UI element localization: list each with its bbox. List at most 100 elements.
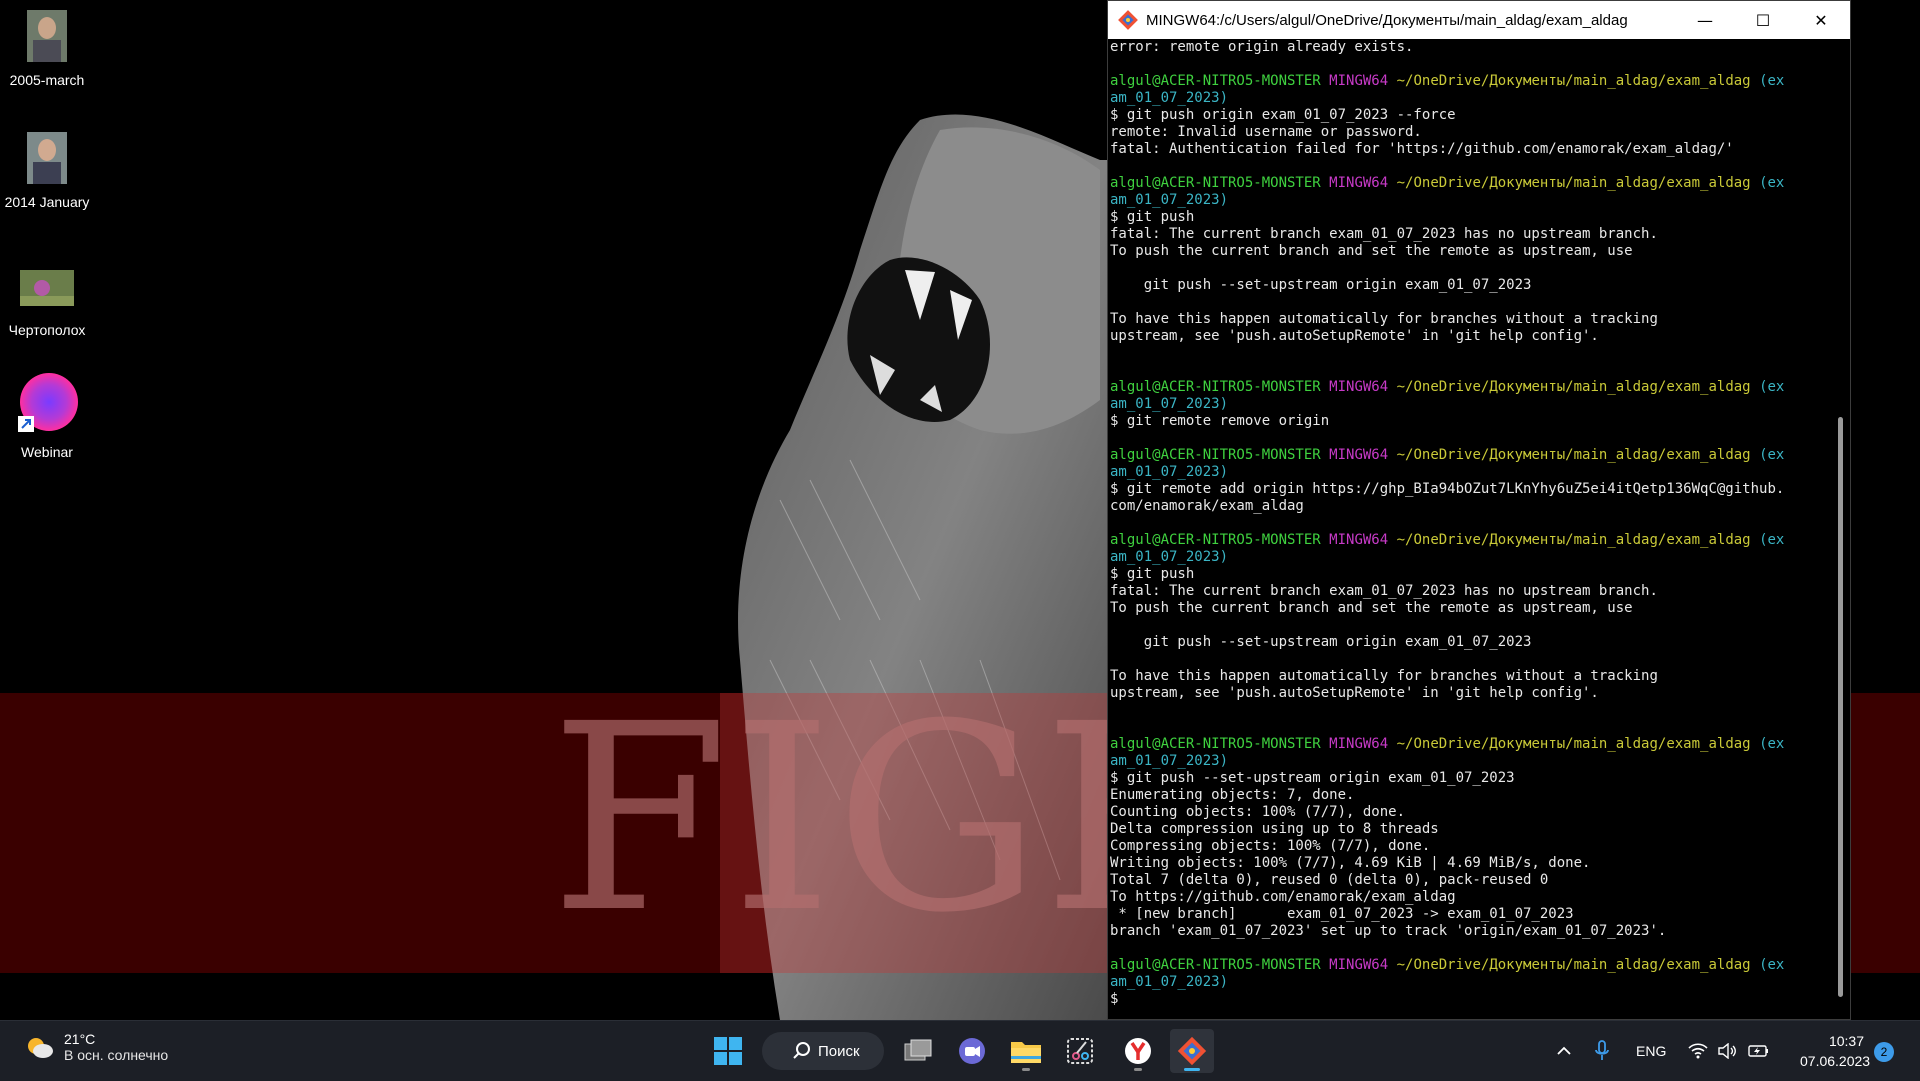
notification-badge[interactable]: 2	[1874, 1042, 1894, 1062]
prompt-branch-line: am_01_07_2023)	[1110, 192, 1828, 209]
prompt-line: algul@ACER-NITRO5-MONSTER MINGW64 ~/OneD…	[1110, 379, 1828, 396]
git-bash-window[interactable]: MINGW64:/c/Users/algul/OneDrive/Документ…	[1107, 0, 1851, 1020]
file-explorer-button[interactable]	[1004, 1029, 1048, 1073]
prompt-path: ~/OneDrive/Документы/main_aldag/exam_ald…	[1396, 175, 1751, 191]
weather-temperature: 21°C	[64, 1031, 96, 1047]
snipping-tool-button[interactable]	[1058, 1029, 1102, 1073]
prompt-line: algul@ACER-NITRO5-MONSTER MINGW64 ~/OneD…	[1110, 532, 1828, 549]
desktop-icon-2005-march[interactable]: 2005-march	[0, 10, 94, 88]
prompt-shell: MINGW64	[1329, 957, 1389, 973]
volume-button[interactable]	[1718, 1021, 1738, 1081]
desktop-icon-webinar[interactable]: Webinar	[0, 372, 94, 460]
prompt-path: ~/OneDrive/Документы/main_aldag/exam_ald…	[1396, 447, 1751, 463]
prompt-branch-part2: am_01_07_2023)	[1110, 549, 1229, 565]
output-line: * [new branch] exam_01_07_2023 -> exam_0…	[1110, 906, 1574, 922]
language-indicator[interactable]: ENG	[1636, 1021, 1666, 1081]
close-button[interactable]: ✕	[1792, 1, 1850, 39]
terminal-scrollbar[interactable]	[1834, 39, 1848, 1019]
prompt-branch-part1: (ex	[1759, 957, 1785, 973]
maximize-button[interactable]: ☐	[1734, 1, 1792, 39]
prompt-line: algul@ACER-NITRO5-MONSTER MINGW64 ~/OneD…	[1110, 175, 1828, 192]
prompt-shell: MINGW64	[1329, 175, 1389, 191]
weather-widget[interactable]: 21°C В осн. солнечно	[24, 1031, 168, 1063]
webinar-shortcut-icon	[18, 373, 78, 432]
prompt-branch-line: am_01_07_2023)	[1110, 464, 1828, 481]
prompt-branch-part2: am_01_07_2023)	[1110, 192, 1229, 208]
git-icon	[1177, 1036, 1207, 1066]
terminal-output[interactable]: error: remote origin already exists. algu…	[1110, 39, 1828, 1017]
weather-description: В осн. солнечно	[64, 1047, 169, 1063]
output-line: $ git push origin exam_01_07_2023 --forc…	[1110, 107, 1456, 123]
output-line: Total 7 (delta 0), reused 0 (delta 0), p…	[1110, 872, 1549, 888]
git-bash-taskbar-button[interactable]	[1170, 1029, 1214, 1073]
output-line: error: remote origin already exists.	[1110, 39, 1414, 55]
prompt-line: algul@ACER-NITRO5-MONSTER MINGW64 ~/OneD…	[1110, 957, 1828, 974]
output-line: branch 'exam_01_07_2023' set up to track…	[1110, 923, 1667, 939]
prompt-shell: MINGW64	[1329, 379, 1389, 395]
output-line: $ git push	[1110, 566, 1195, 582]
photo-thumbnail-icon	[27, 132, 67, 184]
prompt-line: algul@ACER-NITRO5-MONSTER MINGW64 ~/OneD…	[1110, 447, 1828, 464]
prompt-shell: MINGW64	[1329, 447, 1389, 463]
desktop-icon-label: Чертополох	[8, 322, 86, 338]
task-view-button[interactable]	[896, 1029, 940, 1073]
prompt-user: algul@ACER-NITRO5-MONSTER	[1110, 379, 1321, 395]
maximize-icon: ☐	[1755, 10, 1771, 30]
chat-button[interactable]	[950, 1029, 994, 1073]
desktop-icon-chertopolokh[interactable]: Чертополох	[0, 270, 94, 338]
prompt-branch-line: am_01_07_2023)	[1110, 753, 1828, 770]
prompt-branch-line: am_01_07_2023)	[1110, 974, 1828, 991]
prompt-path: ~/OneDrive/Документы/main_aldag/exam_ald…	[1396, 73, 1751, 89]
yandex-icon	[1125, 1038, 1151, 1064]
scrollbar-thumb[interactable]	[1838, 417, 1843, 997]
prompt-branch-part2: am_01_07_2023)	[1110, 974, 1229, 990]
language-label: ENG	[1636, 1043, 1667, 1059]
microphone-button[interactable]	[1594, 1021, 1610, 1081]
yandex-browser-button[interactable]	[1116, 1029, 1160, 1073]
minimize-button[interactable]: —	[1676, 1, 1734, 39]
start-button[interactable]	[706, 1029, 750, 1073]
window-title-bar[interactable]: MINGW64:/c/Users/algul/OneDrive/Документ…	[1108, 1, 1850, 39]
desktop-icon-label: Webinar	[21, 444, 73, 460]
prompt-branch-part1: (ex	[1759, 175, 1785, 191]
prompt-user: algul@ACER-NITRO5-MONSTER	[1110, 447, 1321, 463]
prompt-user: algul@ACER-NITRO5-MONSTER	[1110, 73, 1321, 89]
prompt-branch-part1: (ex	[1759, 736, 1785, 752]
prompt-branch-line: am_01_07_2023)	[1110, 549, 1828, 566]
prompt-path: ~/OneDrive/Документы/main_aldag/exam_ald…	[1396, 736, 1751, 752]
window-title: MINGW64:/c/Users/algul/OneDrive/Документ…	[1146, 11, 1628, 29]
taskbar-search[interactable]: Поиск	[762, 1032, 884, 1070]
output-line: upstream, see 'push.autoSetupRemote' in …	[1110, 685, 1599, 701]
prompt-branch-line: am_01_07_2023)	[1110, 90, 1828, 107]
minimize-icon: —	[1697, 10, 1713, 30]
output-line: fatal: Authentication failed for 'https:…	[1110, 141, 1734, 157]
output-line: To have this happen automatically for br…	[1110, 668, 1658, 684]
output-line: Compressing objects: 100% (7/7), done.	[1110, 838, 1431, 854]
prompt-branch-line: am_01_07_2023)	[1110, 396, 1828, 413]
prompt-shell: MINGW64	[1329, 73, 1389, 89]
desktop-icon-2014-january[interactable]: 2014 January	[0, 132, 94, 210]
active-indicator	[1184, 1068, 1200, 1071]
prompt-user: algul@ACER-NITRO5-MONSTER	[1110, 736, 1321, 752]
network-button[interactable]	[1688, 1021, 1708, 1081]
clock[interactable]: 10:37 07.06.2023	[1800, 1031, 1870, 1071]
photo-thumbnail-icon	[27, 10, 67, 62]
prompt-path: ~/OneDrive/Документы/main_aldag/exam_ald…	[1396, 957, 1751, 973]
battery-button[interactable]	[1748, 1021, 1770, 1081]
output-line: fatal: The current branch exam_01_07_202…	[1110, 226, 1658, 242]
snipping-icon	[1067, 1038, 1093, 1064]
prompt-line: algul@ACER-NITRO5-MONSTER MINGW64 ~/OneD…	[1110, 736, 1828, 753]
prompt-branch-part2: am_01_07_2023)	[1110, 464, 1229, 480]
prompt-branch-part1: (ex	[1759, 532, 1785, 548]
task-view-icon	[904, 1039, 932, 1061]
show-hidden-icons-button[interactable]	[1556, 1021, 1572, 1081]
prompt-user: algul@ACER-NITRO5-MONSTER	[1110, 532, 1321, 548]
